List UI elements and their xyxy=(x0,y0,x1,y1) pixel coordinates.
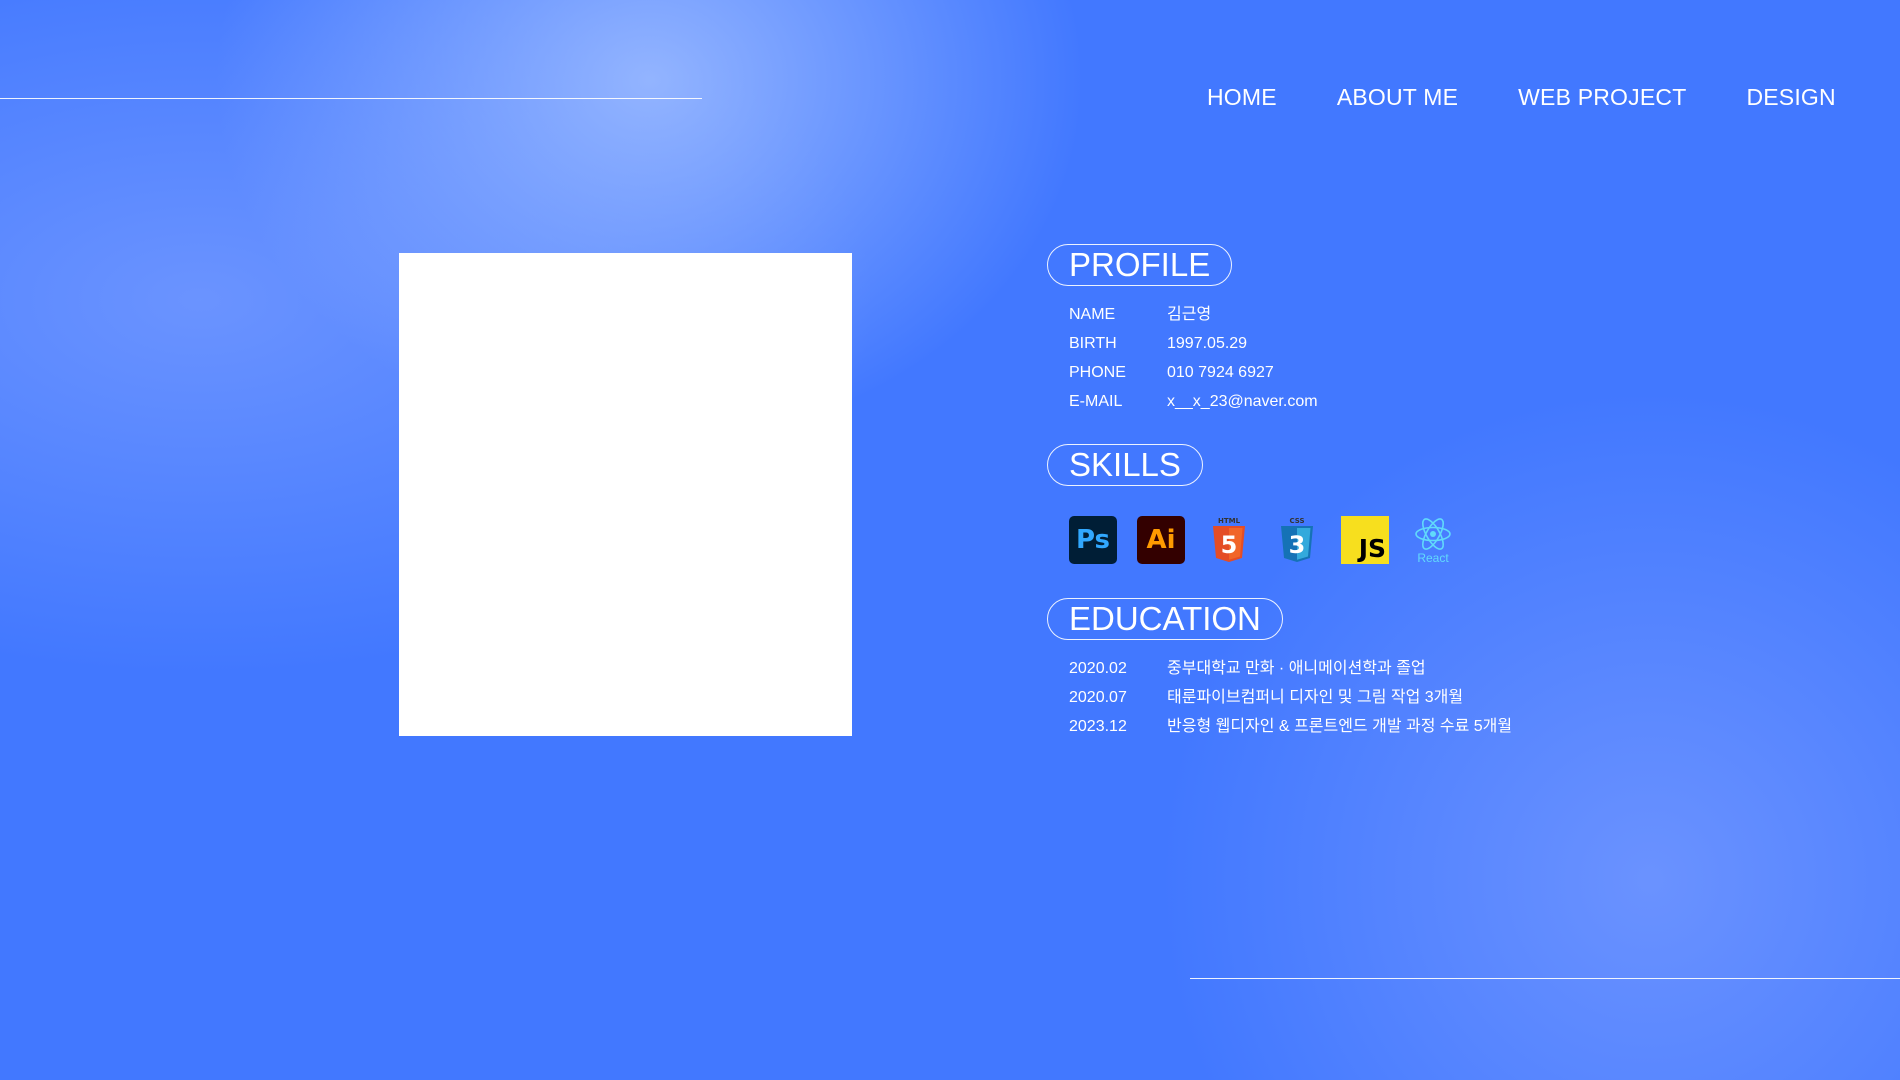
birth-value: 1997.05.29 xyxy=(1167,335,1248,352)
bottom-divider-line xyxy=(1190,978,1900,979)
profile-title: PROFILE xyxy=(1047,244,1233,286)
phone-value: 010 7924 6927 xyxy=(1167,364,1274,381)
name-label: NAME xyxy=(1069,306,1116,323)
profile-row-phone: PHONE 010 7924 6927 xyxy=(1069,358,1318,387)
education-date: 2020.02 xyxy=(1069,660,1127,677)
css3-icon: CSS 3 xyxy=(1273,516,1321,564)
html5-icon-badge: HTML xyxy=(1218,517,1241,525)
skills-icons: Ps Ai HTML 5 CSS 3 JS React xyxy=(1069,516,1457,564)
education-row: 2023.12 반응형 웹디자인 & 프론트엔드 개발 과정 수료 5개월 xyxy=(1069,712,1512,741)
main-nav: HOME ABOUT ME WEB PROJECT DESIGN xyxy=(1207,84,1836,111)
email-label: E-MAIL xyxy=(1069,393,1123,410)
education-title: EDUCATION xyxy=(1047,598,1283,640)
react-icon-label: React xyxy=(1417,551,1449,565)
photoshop-icon: Ps xyxy=(1069,516,1117,564)
profile-row-birth: BIRTH 1997.05.29 xyxy=(1069,329,1318,358)
birth-label: BIRTH xyxy=(1069,335,1117,352)
javascript-icon-label: JS xyxy=(1358,534,1386,563)
name-value: 김근영 xyxy=(1167,306,1212,323)
education-row: 2020.07 태룬파이브컴퍼니 디자인 및 그림 작업 3개월 xyxy=(1069,683,1512,712)
skills-title: SKILLS xyxy=(1047,444,1203,486)
education-desc: 중부대학교 만화 · 애니메이션학과 졸업 xyxy=(1167,660,1426,677)
react-icon: React xyxy=(1409,516,1457,564)
nav-design[interactable]: DESIGN xyxy=(1746,84,1835,111)
nav-web-project[interactable]: WEB PROJECT xyxy=(1518,84,1686,111)
profile-info: NAME 김근영 BIRTH 1997.05.29 PHONE 010 7924… xyxy=(1069,300,1318,416)
profile-row-name: NAME 김근영 xyxy=(1069,300,1318,329)
top-divider-line xyxy=(0,98,702,99)
illustrator-icon-label: Ai xyxy=(1146,525,1176,555)
illustrator-icon: Ai xyxy=(1137,516,1185,564)
html5-icon-digit: 5 xyxy=(1221,531,1238,559)
education-row: 2020.02 중부대학교 만화 · 애니메이션학과 졸업 xyxy=(1069,654,1512,683)
profile-row-email: E-MAIL x__x_23@naver.com xyxy=(1069,387,1318,416)
profile-photo xyxy=(399,253,852,736)
photoshop-icon-label: Ps xyxy=(1075,525,1111,555)
phone-label: PHONE xyxy=(1069,364,1126,381)
education-date: 2020.07 xyxy=(1069,689,1127,706)
email-value: x__x_23@naver.com xyxy=(1167,393,1318,410)
css3-icon-badge: CSS xyxy=(1289,517,1304,525)
javascript-icon: JS xyxy=(1341,516,1389,564)
education-list: 2020.02 중부대학교 만화 · 애니메이션학과 졸업 2020.07 태룬… xyxy=(1069,654,1512,741)
nav-about-me[interactable]: ABOUT ME xyxy=(1337,84,1458,111)
css3-icon-digit: 3 xyxy=(1289,531,1306,559)
nav-home[interactable]: HOME xyxy=(1207,84,1277,111)
education-desc: 반응형 웹디자인 & 프론트엔드 개발 과정 수료 5개월 xyxy=(1167,718,1513,735)
education-date: 2023.12 xyxy=(1069,718,1127,735)
html5-icon: HTML 5 xyxy=(1205,516,1253,564)
education-desc: 태룬파이브컴퍼니 디자인 및 그림 작업 3개월 xyxy=(1167,689,1464,706)
